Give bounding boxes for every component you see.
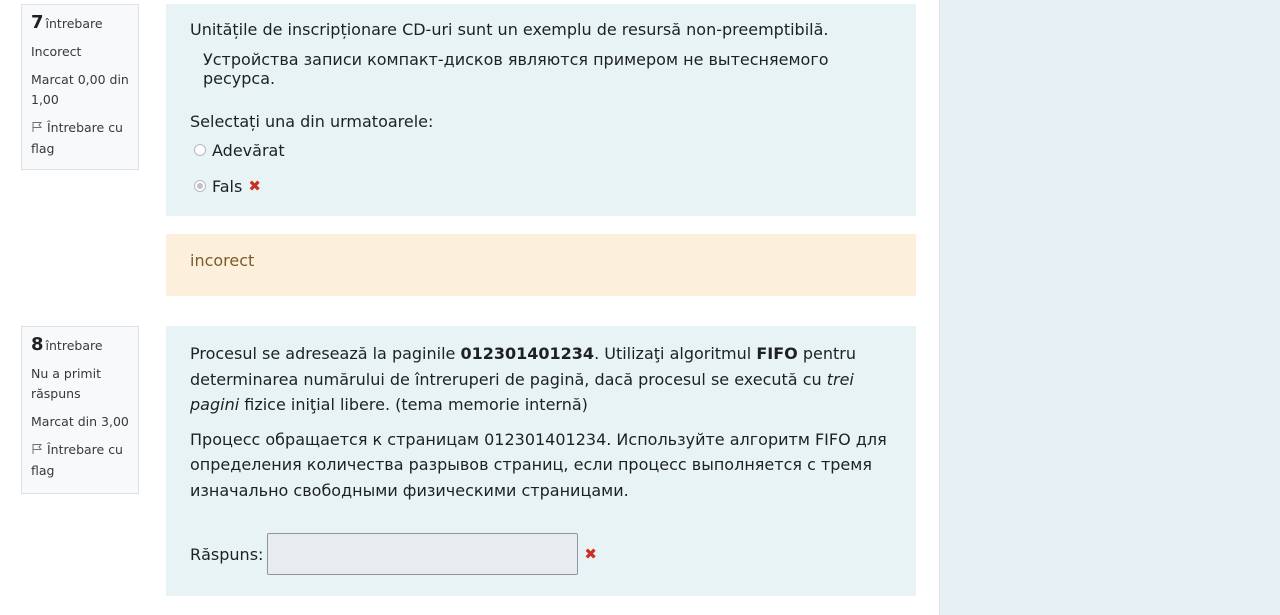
- question-text-ru: Процесс обращается к страницам 012301401…: [190, 429, 887, 500]
- option-true[interactable]: Adevărat: [190, 137, 892, 163]
- question-text-ro: Procesul se adresează la paginile 012301…: [190, 341, 892, 418]
- question-grade: Marcat din 3,00: [31, 414, 129, 429]
- answer-row: Răspuns: ✖: [190, 533, 892, 575]
- question-text-ro: Unitățile de inscripționare CD-uri sunt …: [190, 20, 829, 39]
- radio-false[interactable]: [194, 180, 206, 192]
- flag-question-link[interactable]: Întrebare cu flag: [31, 118, 138, 159]
- text-part: Procesul se adresează la paginile: [190, 344, 461, 363]
- option-true-label[interactable]: Adevărat: [212, 141, 285, 160]
- feedback-text: incorect: [190, 251, 255, 270]
- question-number-value: 8: [31, 334, 44, 355]
- question-state: Incorect: [31, 44, 82, 59]
- question-word: întrebare: [45, 16, 103, 31]
- option-false[interactable]: Fals ✖: [190, 173, 892, 199]
- incorrect-icon: ✖: [248, 177, 261, 195]
- question-number: 8 întrebare: [31, 335, 138, 356]
- flag-question-link[interactable]: Întrebare cu flag: [31, 440, 138, 481]
- right-panel: [939, 0, 1280, 615]
- radio-true[interactable]: [194, 144, 206, 156]
- question-8-content: Procesul se adresează la paginile 012301…: [166, 326, 916, 596]
- flag-label[interactable]: Întrebare cu flag: [31, 442, 123, 478]
- answer-input[interactable]: [267, 533, 579, 575]
- flag-icon[interactable]: [31, 119, 43, 139]
- flag-icon[interactable]: [31, 441, 43, 461]
- text-part: . Utilizaţi algoritmul: [594, 344, 757, 363]
- answer-prompt: Selectați una din urmatoarele:: [190, 112, 434, 131]
- question-state: Nu a primit răspuns: [31, 366, 101, 401]
- question-7-content: Unitățile de inscripționare CD-uri sunt …: [166, 4, 916, 216]
- question-7-info: 7 întrebare Incorect Marcat 0,00 din 1,00…: [21, 4, 139, 170]
- text-part: fizice iniţial libere. (tema memorie int…: [239, 395, 588, 414]
- incorrect-icon: ✖: [584, 545, 597, 563]
- question-text-ru: Устройства записи компакт-дисков являютс…: [203, 50, 829, 88]
- algorithm-name: FIFO: [756, 344, 798, 363]
- question-number: 7 întrebare: [31, 13, 138, 34]
- option-false-label[interactable]: Fals: [212, 177, 242, 196]
- page-sequence: 012301401234: [460, 344, 595, 363]
- question-8-info: 8 întrebare Nu a primit răspuns Marcat di…: [21, 326, 139, 494]
- flag-label[interactable]: Întrebare cu flag: [31, 120, 123, 156]
- question-number-value: 7: [31, 12, 44, 33]
- answer-label: Răspuns:: [190, 544, 264, 564]
- question-word: întrebare: [45, 338, 103, 353]
- question-grade: Marcat 0,00 din 1,00: [31, 72, 129, 107]
- question-7-feedback: incorect: [166, 234, 916, 296]
